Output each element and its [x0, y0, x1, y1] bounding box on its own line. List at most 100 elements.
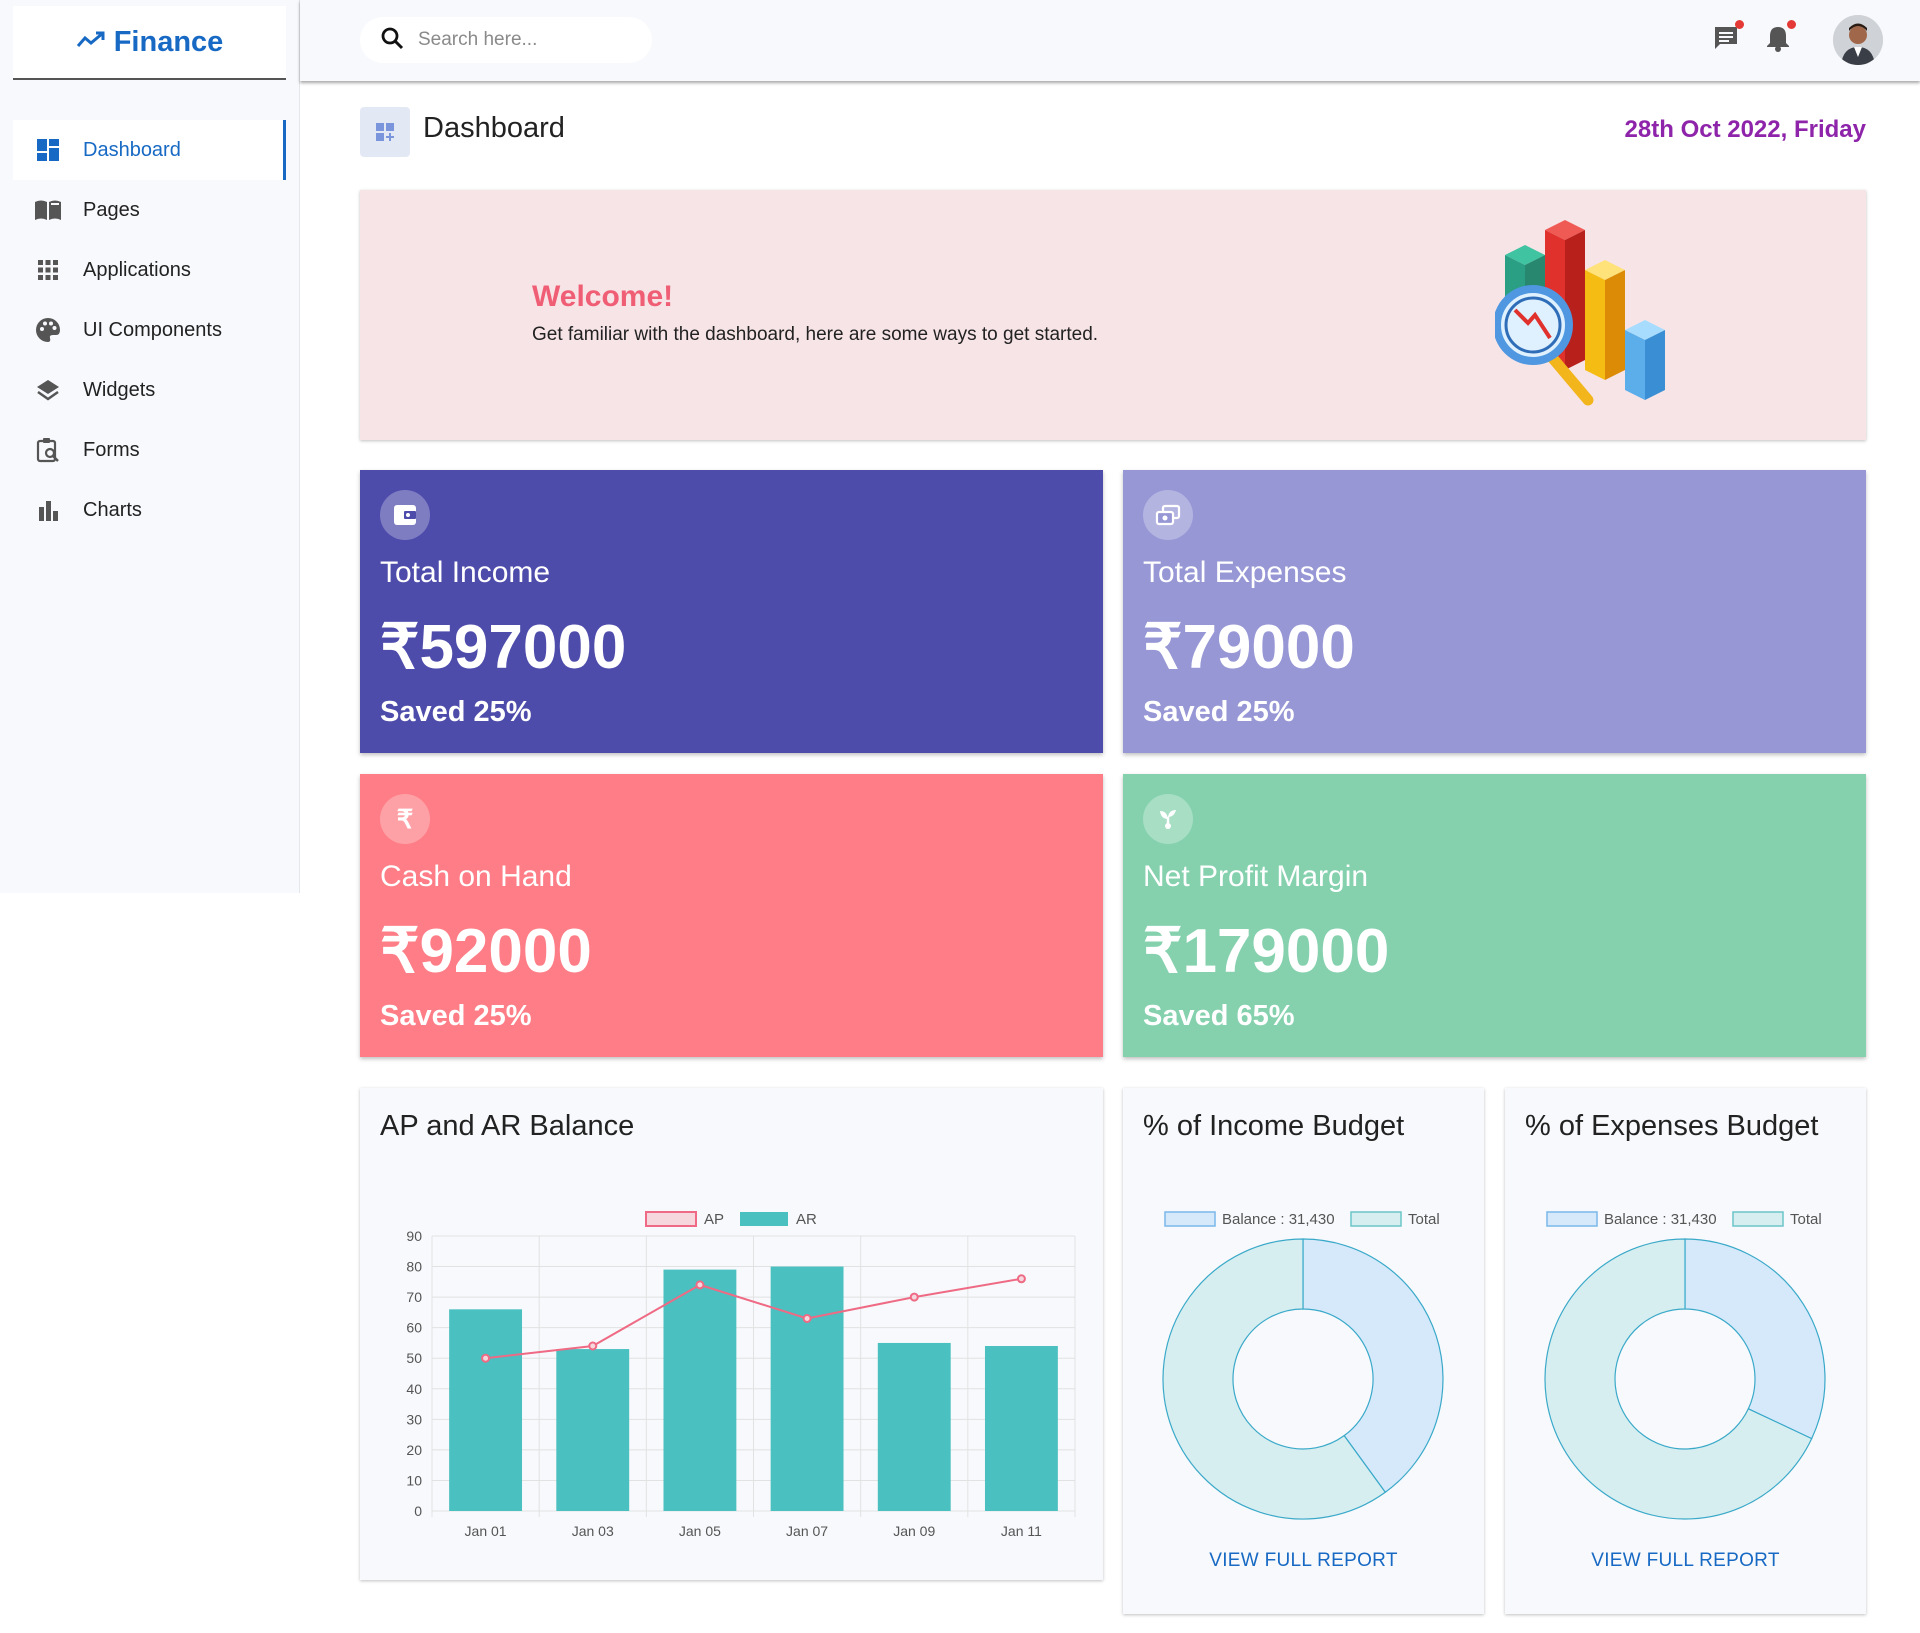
palette-icon: [13, 317, 83, 343]
sidebar-item-dashboard[interactable]: Dashboard: [13, 120, 286, 180]
search-input[interactable]: [418, 29, 638, 51]
y-tick-label: 70: [406, 1289, 422, 1305]
stat-title: Total Income: [380, 556, 551, 589]
sidebar-item-widgets[interactable]: Widgets: [13, 360, 286, 420]
view-full-report-link[interactable]: VIEW FULL REPORT: [1123, 1550, 1484, 1572]
money-transfer-icon: [1143, 490, 1193, 540]
stat-value: ₹597000: [380, 613, 627, 682]
legend-swatch-balance: [1164, 1211, 1216, 1227]
rupee-icon: ₹: [380, 794, 430, 844]
bar-ar: [770, 1266, 844, 1511]
legend-label-ap: AP: [704, 1211, 724, 1228]
book-icon: [13, 198, 83, 222]
point-ap: [1016, 1274, 1026, 1284]
expenses-budget-panel: % of Expenses Budget Balance : 31,430 Tot…: [1505, 1088, 1866, 1614]
x-tick-label: Jan 01: [465, 1523, 507, 1539]
search-box[interactable]: [360, 17, 652, 63]
stat-title: Total Expenses: [1143, 556, 1347, 589]
y-tick-label: 0: [414, 1503, 422, 1519]
legend-label-ar: AR: [796, 1211, 817, 1228]
bar-ar: [877, 1342, 951, 1511]
y-tick-label: 30: [406, 1411, 422, 1427]
stat-card-cash-on-hand[interactable]: ₹ Cash on Hand ₹92000 Saved 25%: [360, 774, 1103, 1057]
page-dashboard-icon: [360, 107, 410, 157]
analytics-illustration: [1493, 205, 1695, 430]
sidebar-item-label: Dashboard: [83, 138, 181, 161]
bar-ar: [663, 1269, 737, 1511]
point-ap: [909, 1292, 919, 1302]
bar-ar: [556, 1349, 630, 1511]
sidebar-item-label: Forms: [83, 438, 140, 461]
y-tick-label: 40: [406, 1381, 422, 1397]
ap-ar-bar-chart: AP AR 0 10 20 30 40 50 60 70 80 90 Jan 01 Jan 03 Jan 0…: [406, 1211, 1076, 1539]
bar-chart-icon: [13, 499, 83, 521]
stat-card-total-income[interactable]: Total Income ₹597000 Saved 25%: [360, 470, 1103, 753]
sidebar-item-label: Pages: [83, 198, 140, 221]
welcome-title: Welcome!: [532, 280, 674, 313]
sidebar-item-pages[interactable]: Pages: [13, 180, 286, 240]
brand-logo[interactable]: Finance: [13, 6, 286, 80]
notification-badge: [1787, 20, 1796, 29]
x-tick-label: Jan 11: [1001, 1523, 1042, 1539]
avatar[interactable]: [1833, 15, 1883, 65]
legend-swatch-total: [1350, 1211, 1402, 1227]
stat-value: ₹179000: [1143, 917, 1390, 986]
x-tick-label: Jan 05: [679, 1523, 721, 1539]
stat-subtitle: Saved 25%: [380, 1000, 532, 1032]
stat-value: ₹92000: [380, 917, 592, 986]
expenses-budget-donut: Balance : 31,430 Total: [1544, 1211, 1826, 1520]
dashboard-icon: [13, 138, 83, 162]
brand-name: Finance: [113, 25, 224, 58]
legend-label-total: Total: [1408, 1211, 1440, 1228]
sidebar-item-label: Applications: [83, 258, 191, 281]
income-budget-donut: Balance : 31,430 Total: [1162, 1211, 1444, 1520]
messages-button[interactable]: [1710, 20, 1744, 57]
view-full-report-link[interactable]: VIEW FULL REPORT: [1505, 1550, 1866, 1572]
sidebar-item-label: UI Components: [83, 318, 222, 341]
y-tick-label: 10: [406, 1472, 422, 1488]
chat-icon: [1712, 24, 1740, 57]
sidebar: Finance Dashboard Pages Applications UI …: [0, 0, 300, 893]
bell-icon: [1765, 24, 1791, 57]
sidebar-item-label: Widgets: [83, 378, 156, 401]
stat-subtitle: Saved 65%: [1143, 1000, 1295, 1032]
legend-swatch-ap: [645, 1211, 697, 1227]
legend-label-total: Total: [1790, 1211, 1822, 1228]
legend-swatch-balance: [1546, 1211, 1598, 1227]
stat-card-total-expenses[interactable]: Total Expenses ₹79000 Saved 25%: [1123, 470, 1866, 753]
plant-icon: [1143, 794, 1193, 844]
legend-label-balance: Balance : 31,430: [1222, 1211, 1335, 1228]
trending-up-icon: [76, 30, 106, 55]
clipboard-search-icon: [13, 437, 83, 463]
sidebar-item-forms[interactable]: Forms: [13, 420, 286, 480]
stat-title: Net Profit Margin: [1143, 860, 1369, 893]
sidebar-item-applications[interactable]: Applications: [13, 240, 286, 300]
message-badge: [1735, 20, 1744, 29]
point-ap: [695, 1280, 705, 1290]
page-date: 28th Oct 2022, Friday: [1624, 116, 1866, 143]
x-tick-label: Jan 07: [786, 1523, 828, 1539]
legend-swatch-total: [1732, 1211, 1784, 1227]
y-tick-label: 50: [406, 1350, 422, 1366]
sidebar-item-charts[interactable]: Charts: [13, 480, 286, 540]
x-tick-label: Jan 09: [893, 1523, 935, 1539]
stat-title: Cash on Hand: [380, 860, 572, 893]
welcome-banner: Welcome! Get familiar with the dashboard…: [360, 190, 1866, 440]
point-ap: [481, 1353, 491, 1363]
search-icon: [380, 26, 404, 55]
layers-icon: [13, 378, 83, 402]
stat-card-net-profit-margin[interactable]: Net Profit Margin ₹179000 Saved 65%: [1123, 774, 1866, 1057]
wallet-icon: [380, 490, 430, 540]
y-tick-label: 90: [406, 1228, 422, 1244]
bar-ar: [984, 1346, 1058, 1511]
sidebar-item-label: Charts: [83, 498, 142, 521]
sidebar-nav: Dashboard Pages Applications UI Componen…: [13, 120, 286, 540]
chart-legend: Balance : 31,430 Total: [1546, 1211, 1822, 1228]
sidebar-item-ui-components[interactable]: UI Components: [13, 300, 286, 360]
top-bar: [300, 0, 1920, 81]
x-tick-label: Jan 03: [572, 1523, 614, 1539]
chart-legend: Balance : 31,430 Total: [1164, 1211, 1440, 1228]
y-tick-label: 20: [406, 1442, 422, 1458]
legend-swatch-ar: [740, 1212, 788, 1226]
notifications-button[interactable]: [1762, 20, 1796, 57]
